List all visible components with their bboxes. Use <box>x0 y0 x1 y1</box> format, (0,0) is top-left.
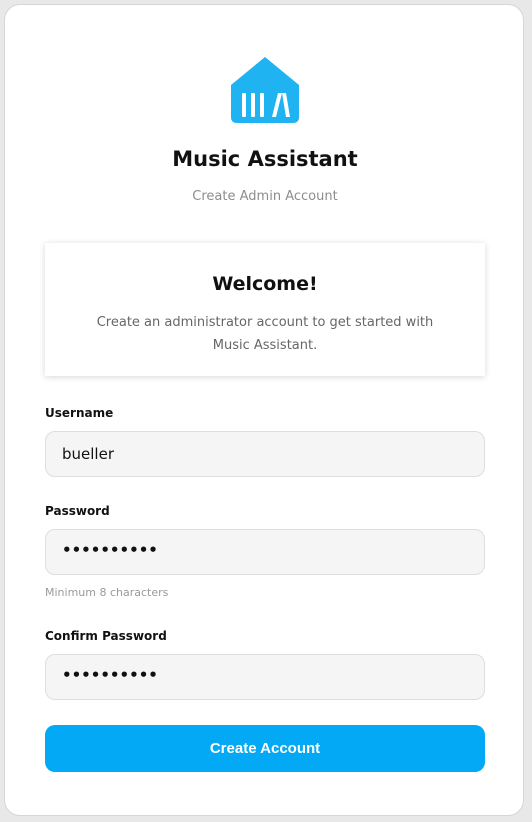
welcome-panel: Welcome! Create an administrator account… <box>45 243 485 376</box>
confirm-password-masked-value: •••••••••• <box>62 666 158 684</box>
app-title: Music Assistant <box>172 147 358 171</box>
username-label: Username <box>45 406 114 420</box>
page-subtitle: Create Admin Account <box>192 189 338 204</box>
password-input[interactable]: •••••••••• <box>45 529 485 575</box>
username-input[interactable]: bueller <box>45 431 485 477</box>
welcome-title: Welcome! <box>212 273 318 295</box>
password-masked-value: •••••••••• <box>62 541 158 559</box>
password-hint: Minimum 8 characters <box>45 586 169 599</box>
music-assistant-logo-icon <box>231 57 299 123</box>
welcome-message: Create an administrator account to get s… <box>96 315 434 353</box>
setup-card: Music Assistant Create Admin Account Wel… <box>4 4 524 816</box>
password-label: Password <box>45 504 110 518</box>
confirm-password-input[interactable]: •••••••••• <box>45 654 485 700</box>
confirm-password-label: Confirm Password <box>45 629 167 643</box>
username-value: bueller <box>62 445 114 463</box>
create-account-button[interactable]: Create Account <box>45 725 485 772</box>
